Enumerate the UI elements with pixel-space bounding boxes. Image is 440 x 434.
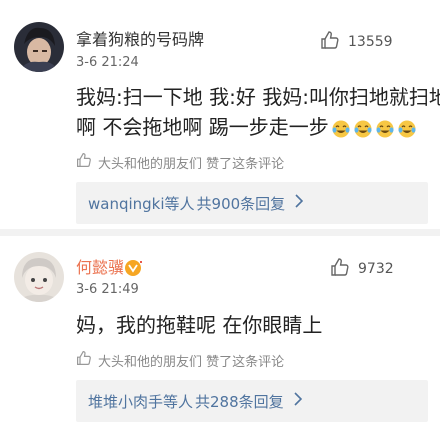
view-replies-button[interactable]: 堆堆小肉手等人 共288条回复 (76, 380, 428, 422)
chevron-right-icon (294, 392, 302, 410)
like-button[interactable]: 13559 (320, 30, 393, 54)
reply-count: 共288条回复 (195, 392, 284, 411)
avatar[interactable] (14, 22, 64, 72)
chevron-right-icon (295, 194, 304, 212)
thumbs-up-icon (76, 152, 92, 172)
comment-item: 拿着狗粮的号码牌 3-6 21:24 13559 我妈:扫一下地 我:好 我妈:… (0, 0, 440, 226)
username[interactable]: 拿着狗粮的号码牌 (76, 30, 204, 50)
like-count: 13559 (348, 34, 393, 50)
comment-text-line: 妈，我的拖鞋呢 在你眼睛上 (76, 313, 323, 337)
comment-text-line: 我妈:扫一下地 我:好 我妈:叫你扫地就扫地 (76, 85, 440, 109)
comment-text: 我妈:扫一下地 我:好 我妈:叫你扫地就扫地 啊 不会拖地啊 踢一步走一步 (76, 82, 440, 142)
like-count: 9732 (358, 261, 394, 277)
comment-time: 3-6 21:49 (76, 282, 139, 297)
reply-users: wanqingki等人 (88, 194, 195, 213)
reply-count: 共900条回复 (196, 194, 286, 213)
laughing-crying-emoji-icon (353, 117, 373, 138)
liked-by-text: 大头和他的朋友们 赞了这条评论 (98, 354, 285, 370)
thumbs-up-icon (330, 257, 350, 281)
avatar[interactable] (14, 252, 64, 302)
liked-by-notice: 大头和他的朋友们 赞了这条评论 (76, 152, 284, 172)
reply-users: 堆堆小肉手等人 (88, 392, 194, 411)
comment-time: 3-6 21:24 (76, 55, 139, 70)
comment-item: 何懿骥 3-6 21:49 9732 妈，我的拖鞋呢 在你眼睛上 大头和他的朋友… (0, 236, 440, 434)
liked-by-text: 大头和他的朋友们 赞了这条评论 (98, 156, 285, 172)
like-button[interactable]: 9732 (330, 257, 394, 281)
laughing-crying-emoji-icon (331, 117, 351, 138)
thumbs-up-icon (320, 30, 340, 54)
liked-by-notice: 大头和他的朋友们 赞了这条评论 (76, 350, 284, 370)
comment-text: 妈，我的拖鞋呢 在你眼睛上 (76, 310, 426, 340)
username[interactable]: 何懿骥 (76, 258, 124, 278)
section-divider (0, 229, 440, 236)
view-replies-button[interactable]: wanqingki等人 共900条回复 (76, 182, 428, 224)
laughing-crying-emoji-icon (375, 117, 395, 138)
thumbs-up-icon (76, 350, 92, 370)
laughing-crying-emoji-icon (397, 117, 417, 138)
comment-text-line: 啊 不会拖地啊 踢一步走一步 (76, 112, 426, 142)
comment-text-segment: 啊 不会拖地啊 踢一步走一步 (76, 115, 329, 139)
vip-badge-icon (124, 259, 146, 277)
